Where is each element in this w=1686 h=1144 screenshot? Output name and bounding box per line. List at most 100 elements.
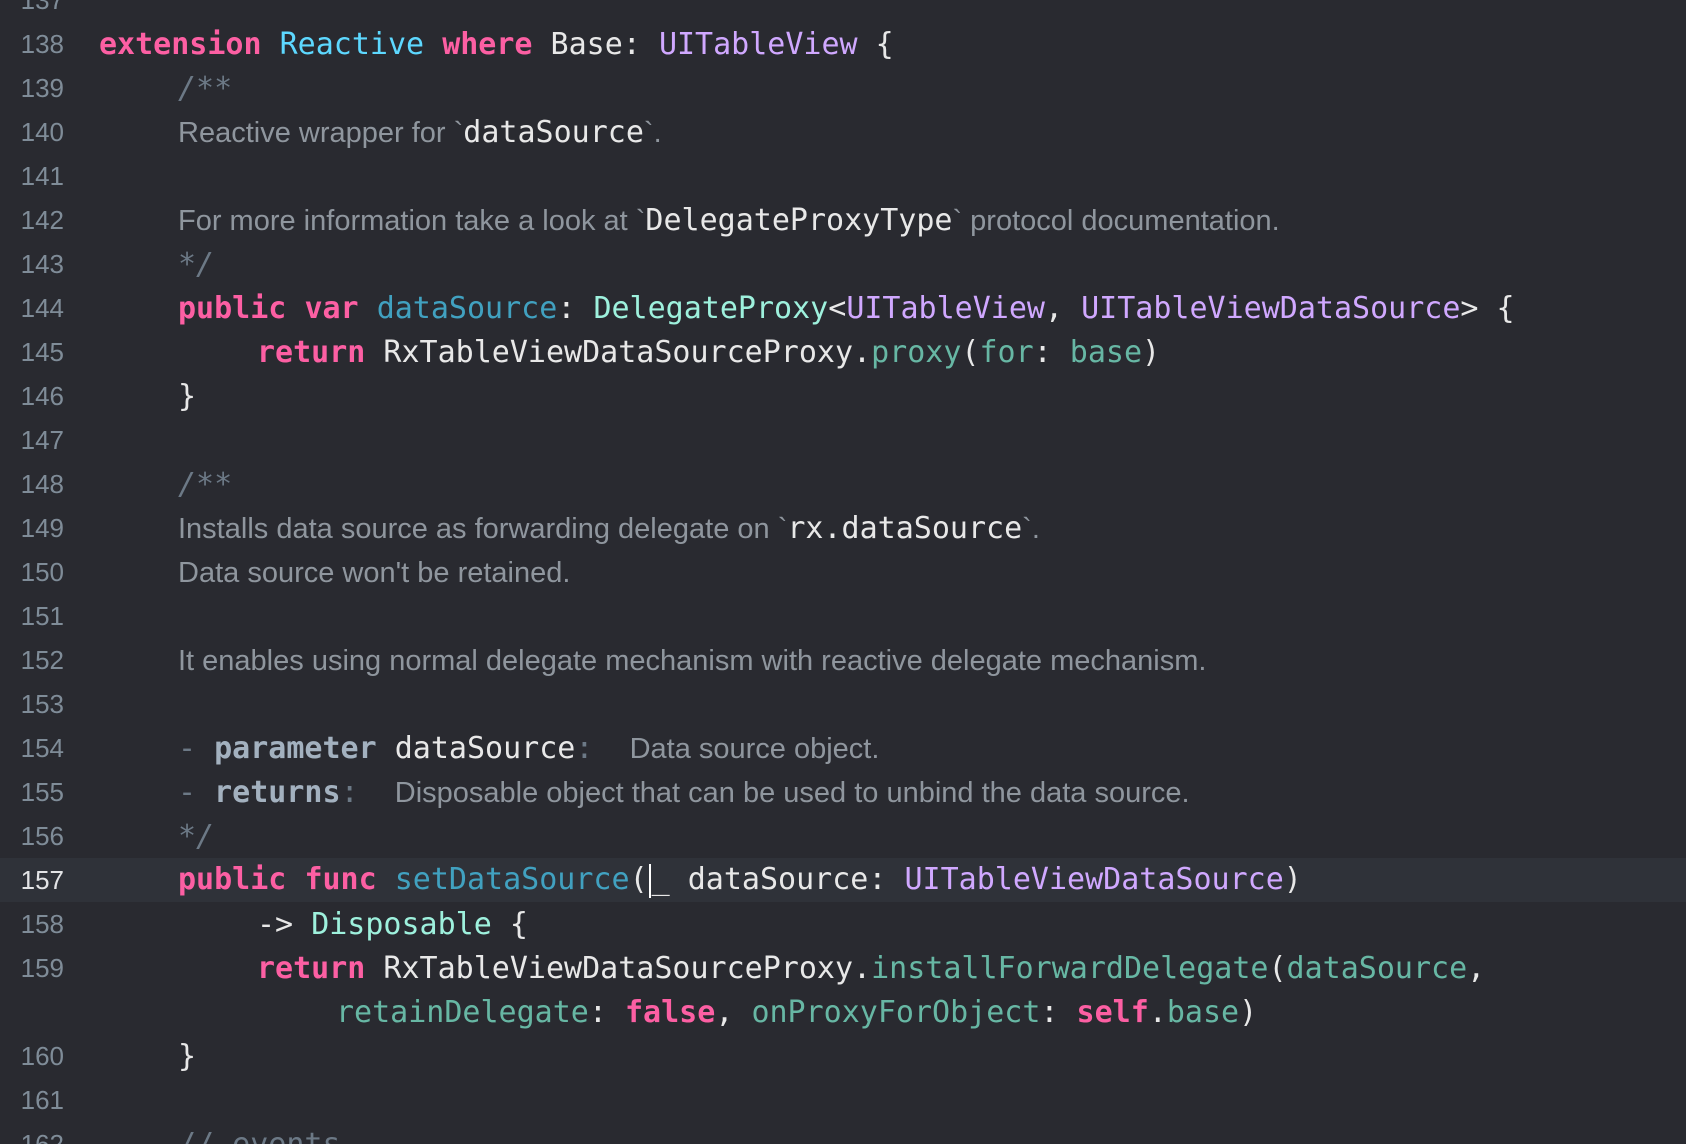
code-token: Data source object. [629,732,880,765]
code-token: -> [257,906,312,942]
code-line[interactable]: 140 Reactive wrapper for `dataSource`. [0,110,1686,154]
code-token: where [442,26,533,62]
line-number: 161 [20,1084,64,1115]
line-number: 150 [20,556,64,587]
line-number: 145 [20,336,64,367]
line-number: 143 [20,248,64,279]
code-line[interactable]: 147 [0,418,1686,462]
code-line[interactable]: 159 return RxTableViewDataSourceProxy.ins… [0,946,1686,990]
code-token: false [625,994,716,1030]
line-number: 149 [20,512,64,543]
code-token: DelegateProxyType [645,202,953,238]
line-number: 154 [20,732,64,763]
code-token: /** [178,70,233,106]
code-token: ( [961,334,980,370]
code-token: { [857,26,894,62]
code-token: Data source won't be retained. [178,556,571,589]
code-token: /** [178,466,233,502]
code-text: Installs data source as forwarding deleg… [178,511,1040,546]
code-line[interactable]: 138 extension Reactive where Base: UITabl… [0,22,1686,66]
code-text: } [178,1039,196,1074]
code-token: RxTableViewDataSourceProxy. [365,950,872,986]
code-text: public var dataSource: DelegateProxy<UIT… [178,291,1515,326]
line-number: 160 [20,1040,64,1071]
code-token: dataSource [463,114,644,150]
code-text: - returns: Disposable object that can be… [178,775,1190,810]
code-line[interactable]: 155 - returns: Disposable object that can… [0,770,1686,814]
code-token: setDataSource [394,862,630,898]
code-line[interactable]: 144 public var dataSource: DelegateProxy<… [0,286,1686,330]
code-token: RxTableViewDataSourceProxy. [365,334,872,370]
code-token: : [575,730,630,766]
code-line[interactable]: 149 Installs data source as forwarding de… [0,506,1686,550]
code-line[interactable]: 150 Data source won't be retained. [0,550,1686,594]
line-number: 142 [20,204,64,235]
code-token: return [257,334,366,370]
code-token: public [178,290,287,326]
line-number: 141 [20,160,64,191]
code-token: // events [178,1126,341,1144]
code-line[interactable]: 151 [0,594,1686,638]
line-number: 157 [20,864,64,895]
code-text: Reactive wrapper for `dataSource`. [178,115,662,150]
code-text: // events [178,1127,341,1144]
code-line[interactable]: 148 /** [0,462,1686,506]
code-token: } [178,1038,197,1074]
code-line[interactable]: retainDelegate: false, onProxyForObject:… [0,990,1686,1034]
code-line[interactable]: 142 For more information take a look at `… [0,198,1686,242]
code-line[interactable]: 160} [0,1034,1686,1078]
code-token: Reactive wrapper for ` [178,116,464,149]
code-line[interactable]: 156 */ [0,814,1686,858]
current-code-line[interactable]: 157 public func setDataSource(_ dataSourc… [0,858,1686,902]
code-line[interactable]: 146} [0,374,1686,418]
code-token: dataSource [376,730,576,766]
line-number: 162 [20,1128,64,1144]
code-token: UITableView [658,26,858,62]
code-token: , [1045,290,1082,326]
code-line[interactable]: 145 return RxTableViewDataSourceProxy.pro… [0,330,1686,374]
code-token: proxy [871,334,962,370]
line-number: 139 [20,72,64,103]
code-line[interactable]: 152 It enables using normal delegate mech… [0,638,1686,682]
code-token: */ [178,818,215,854]
code-line[interactable]: 158 -> Disposable { [0,902,1686,946]
code-token: `. [1022,512,1040,545]
code-line[interactable]: 162 // events [0,1122,1686,1144]
code-text: retainDelegate: false, onProxyForObject:… [336,995,1257,1030]
line-number: 137 [0,0,64,16]
line-number: 156 [20,820,64,851]
code-token: self [1076,994,1149,1030]
line-number: 144 [20,292,64,323]
line-number: 140 [20,116,64,147]
code-token: - [178,774,215,810]
code-token: public [178,862,287,898]
code-token: base [1069,334,1143,370]
code-text: */ [178,247,214,282]
code-token: ( [629,862,648,898]
code-token: For more information take a look at ` [178,204,646,237]
code-token: : [340,774,395,810]
code-token: rx.dataSource [787,510,1023,546]
code-line[interactable]: 141 [0,154,1686,198]
code-editor[interactable]: 137 138 extension Reactive where Base: UIT… [0,0,1686,1144]
code-token: onProxyForObject [751,994,1041,1030]
line-number: 146 [20,380,64,411]
code-token: ) [1142,334,1161,370]
code-token: UITableViewDataSource [904,862,1284,898]
code-token: UITableViewDataSource [1081,290,1461,326]
code-line[interactable]: 137 [0,0,1686,22]
code-text: extension Reactive where Base: UITableVi… [99,27,894,62]
code-line[interactable]: 153 [0,682,1686,726]
code-text: /** [178,71,232,106]
code-line[interactable]: 161 [0,1078,1686,1122]
code-line[interactable]: 139 /** [0,66,1686,110]
code-line[interactable]: 154 - parameter dataSource: Data source o… [0,726,1686,770]
code-text: - parameter dataSource: Data source obje… [178,731,879,766]
line-number: 147 [20,424,64,455]
code-line[interactable]: 143 */ [0,242,1686,286]
code-text: */ [178,819,214,854]
